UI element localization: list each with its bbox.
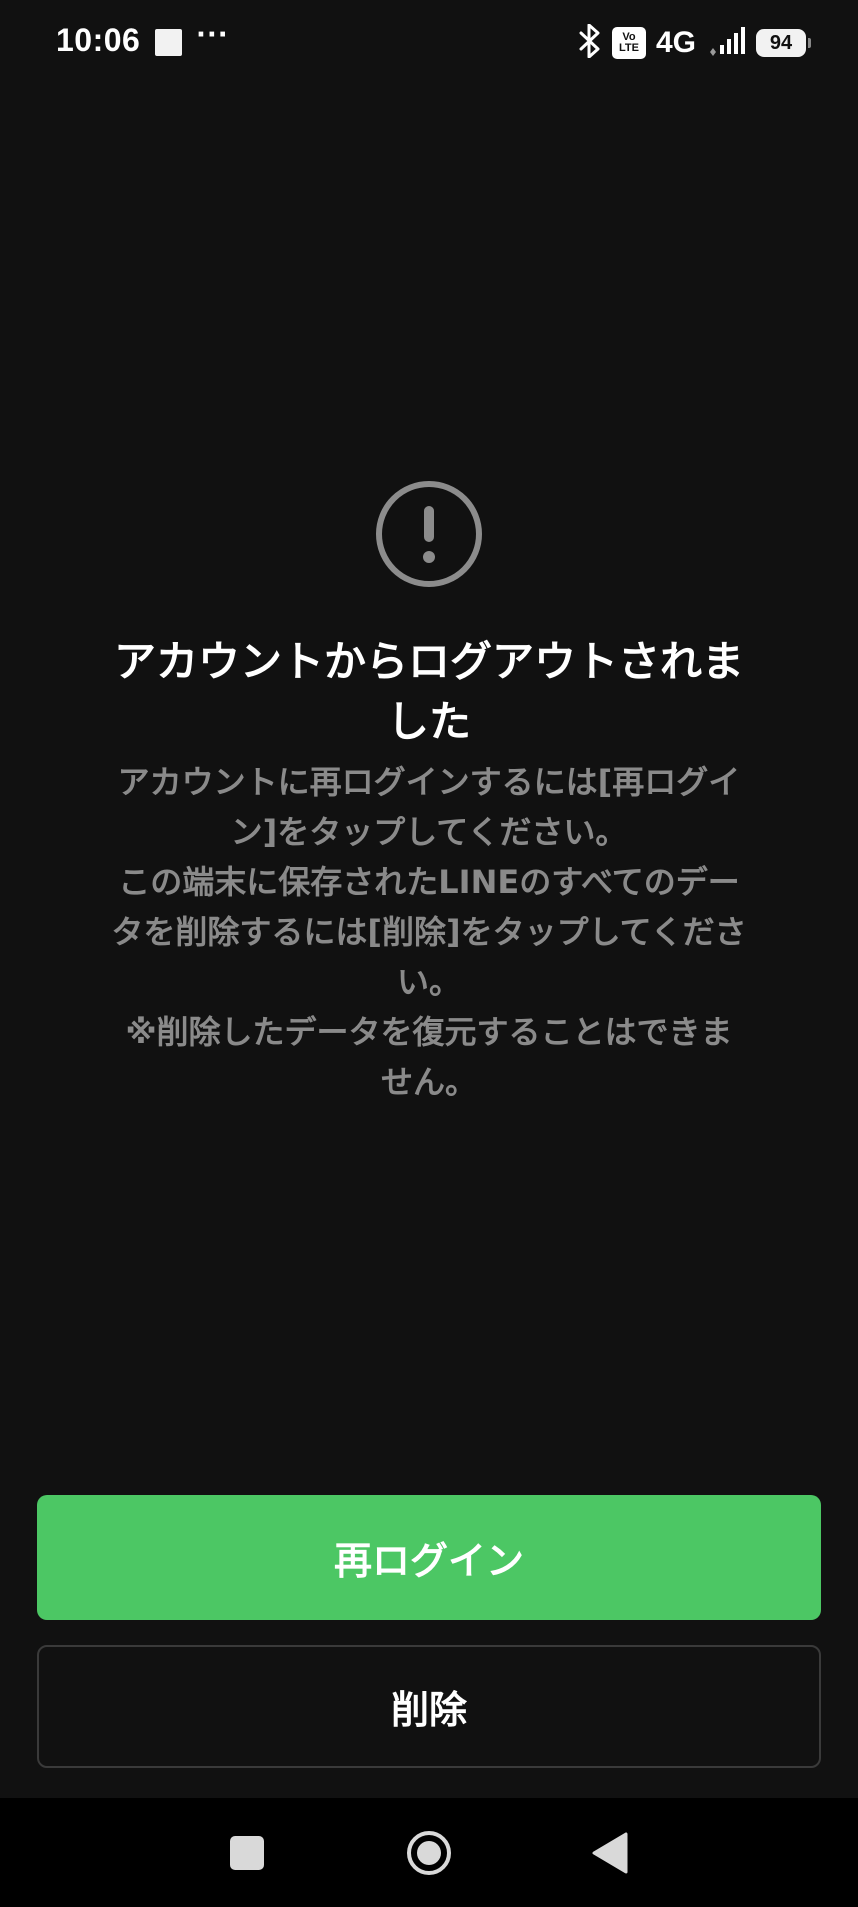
more-notifications-icon: ··· (196, 20, 229, 50)
volte-icon: Vo LTE (611, 27, 646, 59)
network-type-label: 4G (655, 26, 696, 59)
recents-icon[interactable] (222, 1828, 272, 1878)
message-line-relogin: アカウントに再ログインするには[再ログイン]をタップしてください。 (117, 763, 741, 851)
dialog-message: アカウントに再ログインするには[再ログイン]をタップしてください。 この端末に保… (110, 757, 748, 1107)
delete-button[interactable]: 削除 (37, 1645, 821, 1768)
exclamation-circle-icon (375, 480, 483, 588)
status-bar: 10:06 ··· Vo LTE 4G 94 (0, 0, 858, 86)
status-time: 10:06 (56, 22, 141, 58)
back-icon[interactable] (586, 1828, 636, 1878)
status-icons: Vo LTE 4G 94 (578, 22, 811, 64)
dialog-title: アカウントからログアウトされました (113, 637, 744, 746)
home-icon[interactable] (404, 1828, 454, 1878)
message-line-warning: ※削除したデータを復元することはできません。 (125, 1013, 733, 1101)
relogin-button[interactable]: 再ログイン (37, 1495, 821, 1620)
notification-square-icon (155, 29, 182, 56)
bluetooth-icon (578, 23, 602, 62)
message-line-delete: この端末に保存されたLINEのすべてのデータを削除するには[削除]をタップしてく… (111, 863, 747, 1001)
signal-icon (706, 26, 746, 60)
navigation-bar (0, 1798, 858, 1907)
battery-icon: 94 (756, 29, 811, 57)
